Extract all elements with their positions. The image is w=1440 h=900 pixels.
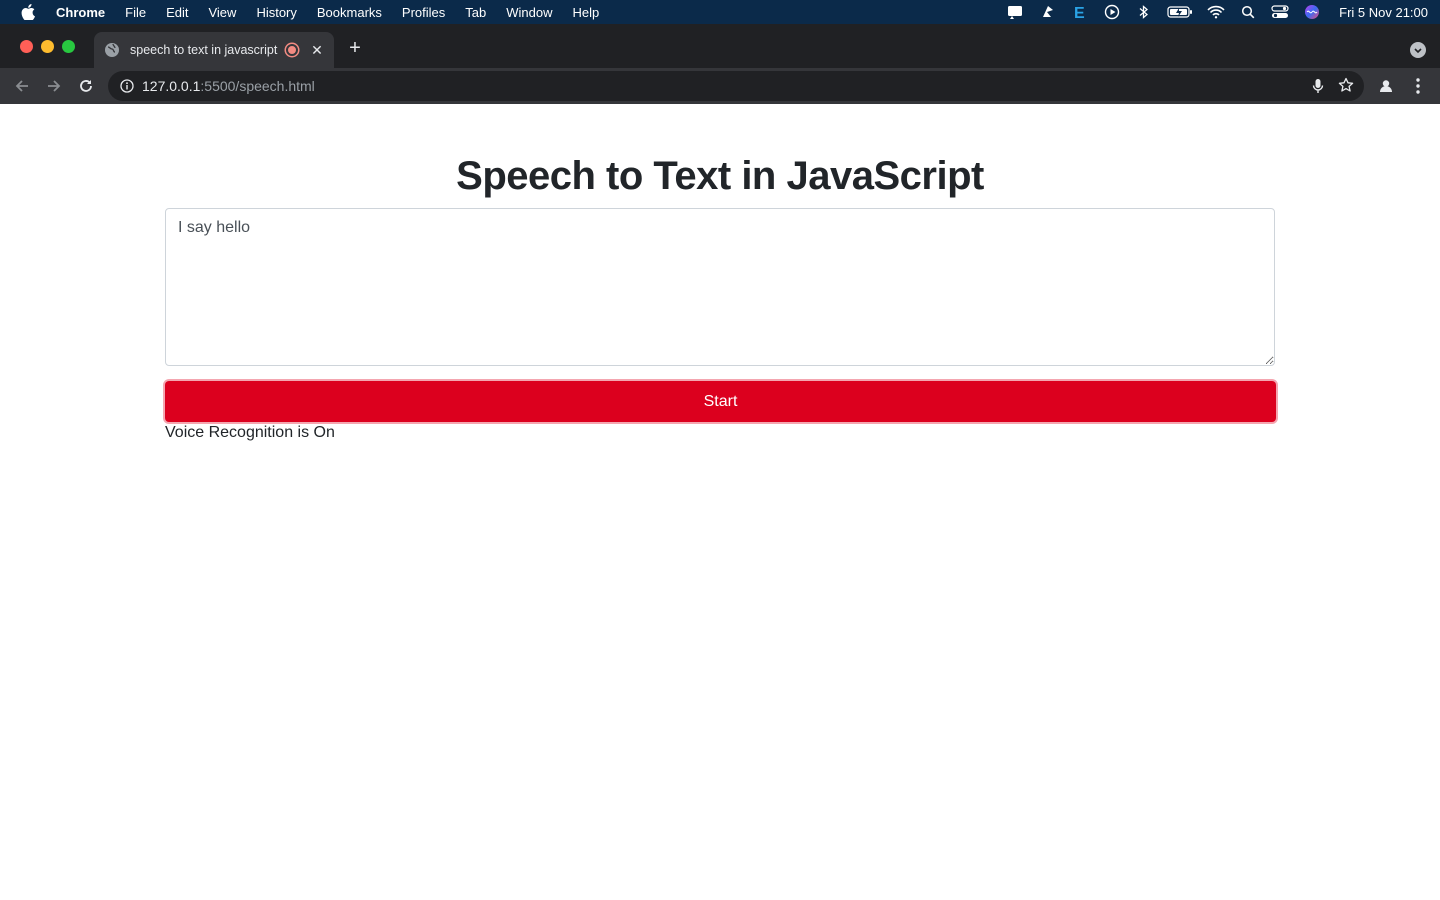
bookmark-star-icon[interactable]: [1338, 77, 1354, 96]
menu-edit[interactable]: Edit: [166, 5, 188, 20]
menubar-clock[interactable]: Fri 5 Nov 21:00: [1339, 5, 1428, 20]
back-arrow-icon[interactable]: [12, 76, 32, 96]
menu-view[interactable]: View: [208, 5, 236, 20]
globe-icon: [104, 42, 120, 58]
close-window-button[interactable]: [20, 40, 33, 53]
menu-window[interactable]: Window: [506, 5, 552, 20]
recording-indicator-icon: [286, 44, 298, 56]
forward-arrow-icon[interactable]: [44, 76, 64, 96]
menu-help[interactable]: Help: [573, 5, 600, 20]
address-bar[interactable]: 127.0.0.1:5500/speech.html: [108, 71, 1364, 101]
window-controls: [20, 40, 75, 53]
browser-tab-active[interactable]: speech to text in javascript ✕: [94, 32, 334, 68]
browser-menu-icon[interactable]: [1410, 76, 1426, 96]
browser-toolbar: 127.0.0.1:5500/speech.html: [0, 68, 1440, 104]
menu-bookmarks[interactable]: Bookmarks: [317, 5, 382, 20]
menu-tab[interactable]: Tab: [465, 5, 486, 20]
battery-icon[interactable]: [1167, 4, 1193, 20]
play-icon[interactable]: [1103, 4, 1121, 20]
transcript-textarea[interactable]: I say hello: [165, 208, 1275, 366]
zoom-window-button[interactable]: [62, 40, 75, 53]
new-tab-icon[interactable]: +: [346, 38, 364, 58]
recognition-status-text: Voice Recognition is On: [165, 424, 335, 441]
reload-icon[interactable]: [76, 76, 96, 96]
evernote-icon[interactable]: E: [1071, 4, 1089, 20]
apple-menu-icon[interactable]: [20, 4, 36, 20]
page-viewport: Speech to Text in JavaScript I say hello…: [0, 104, 1440, 900]
control-center-icon[interactable]: [1271, 4, 1289, 20]
wifi-icon[interactable]: [1207, 4, 1225, 20]
url-host: 127.0.0.1: [142, 78, 201, 94]
start-button[interactable]: Start: [165, 381, 1276, 422]
svg-text:E: E: [1074, 5, 1085, 20]
tab-search-icon[interactable]: [1410, 42, 1426, 58]
bluetooth-icon[interactable]: [1135, 4, 1153, 20]
page-title: Speech to Text in JavaScript: [456, 154, 984, 198]
launcher-icon[interactable]: [1039, 4, 1057, 20]
microphone-icon[interactable]: [1312, 78, 1324, 97]
browser-tab-strip: speech to text in javascript ✕ +: [0, 24, 1440, 68]
tab-title: speech to text in javascript: [130, 43, 278, 57]
siri-icon[interactable]: [1303, 4, 1321, 20]
close-tab-icon[interactable]: ✕: [310, 42, 324, 59]
profile-avatar-icon[interactable]: [1376, 76, 1396, 96]
url-path: :5500/speech.html: [200, 78, 315, 94]
macos-menu-bar: Chrome File Edit View History Bookmarks …: [0, 0, 1440, 24]
minimize-window-button[interactable]: [41, 40, 54, 53]
spotlight-icon[interactable]: [1239, 4, 1257, 20]
menu-history[interactable]: History: [256, 5, 296, 20]
site-info-icon[interactable]: [120, 79, 134, 93]
menu-profiles[interactable]: Profiles: [402, 5, 445, 20]
menu-file[interactable]: File: [125, 5, 146, 20]
menu-app-name[interactable]: Chrome: [56, 5, 105, 20]
notification-icon[interactable]: [1007, 4, 1025, 20]
